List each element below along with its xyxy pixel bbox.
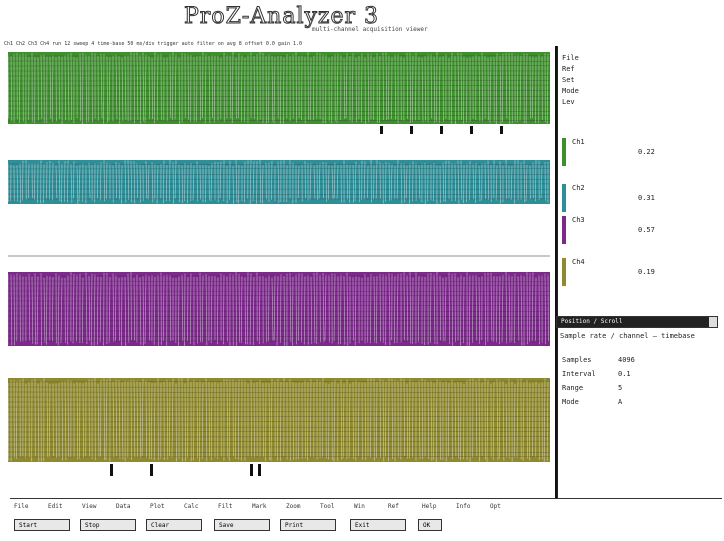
sidebar-header-item[interactable]: Lev bbox=[562, 98, 575, 106]
channel-readout-value: 0.19 bbox=[638, 268, 655, 276]
clear-button[interactable]: Clear bbox=[146, 519, 202, 531]
menu-tab-tool[interactable]: Tool bbox=[320, 503, 334, 510]
menu-tab-info[interactable]: Info bbox=[456, 503, 470, 510]
event-marker bbox=[380, 126, 383, 134]
status-readout-value: 5 bbox=[618, 384, 622, 392]
channel-2-trace[interactable] bbox=[8, 160, 550, 204]
channel-readout-label: Ch4 bbox=[572, 258, 585, 266]
status-label: Sample rate / channel — timebase bbox=[560, 332, 695, 340]
event-marker bbox=[110, 464, 113, 476]
menu-tab-ref[interactable]: Ref bbox=[388, 503, 399, 510]
channel-readout-value: 0.57 bbox=[638, 226, 655, 234]
event-marker bbox=[250, 464, 253, 476]
menu-tab-calc[interactable]: Calc bbox=[184, 503, 198, 510]
scroll-slider[interactable]: Position / Scroll bbox=[556, 316, 718, 328]
event-marker bbox=[440, 126, 443, 134]
stop-button[interactable]: Stop bbox=[80, 519, 136, 531]
event-marker bbox=[500, 126, 503, 134]
channel-3-trace[interactable] bbox=[8, 272, 550, 346]
channel-color-marker bbox=[562, 184, 566, 212]
time-cursor[interactable] bbox=[555, 46, 557, 498]
channel-readout-label: Ch2 bbox=[572, 184, 585, 192]
menu-tab-data[interactable]: Data bbox=[116, 503, 130, 510]
sidebar-header-item[interactable]: Mode bbox=[562, 87, 579, 95]
save-button[interactable]: Save bbox=[214, 519, 270, 531]
ok-button[interactable]: OK bbox=[418, 519, 442, 531]
sidebar-header-item[interactable]: Ref bbox=[562, 65, 575, 73]
menu-tab-win[interactable]: Win bbox=[354, 503, 365, 510]
status-readout-label: Range bbox=[562, 384, 583, 392]
waveform-panel[interactable] bbox=[0, 46, 558, 498]
sidebar-header-item[interactable]: File bbox=[562, 54, 579, 62]
channel-readout-label: Ch3 bbox=[572, 216, 585, 224]
app-subtitle: multi-channel acquisition viewer bbox=[312, 26, 428, 33]
menu-tab-plot[interactable]: Plot bbox=[150, 503, 164, 510]
menu-tab-filt[interactable]: Filt bbox=[218, 503, 232, 510]
channel-readout-label: Ch1 bbox=[572, 138, 585, 146]
event-marker bbox=[150, 464, 153, 476]
start-button[interactable]: Start bbox=[14, 519, 70, 531]
menu-tab-opt[interactable]: Opt bbox=[490, 503, 501, 510]
menu-tab-mark[interactable]: Mark bbox=[252, 503, 266, 510]
status-readout-label: Mode bbox=[562, 398, 579, 406]
status-readout-label: Interval bbox=[562, 370, 596, 378]
sidebar: File Ref Set Mode Lev Ch1 0.22 Ch2 0.31 Ch3 0.57 C… bbox=[558, 46, 724, 498]
exit-button[interactable]: Exit bbox=[350, 519, 406, 531]
channel-color-marker bbox=[562, 216, 566, 244]
channel-1-trace[interactable] bbox=[8, 52, 550, 124]
status-readout-label: Samples bbox=[562, 356, 592, 364]
status-readout-value: 0.1 bbox=[618, 370, 631, 378]
waveform-canvas[interactable] bbox=[0, 46, 556, 498]
status-readout-value: 4096 bbox=[618, 356, 635, 364]
menu-tab-help[interactable]: Help bbox=[422, 503, 436, 510]
channel-color-marker bbox=[562, 138, 566, 166]
channel-readout-value: 0.31 bbox=[638, 194, 655, 202]
menu-tab-zoom[interactable]: Zoom bbox=[286, 503, 300, 510]
event-marker bbox=[410, 126, 413, 134]
menu-tab-edit[interactable]: Edit bbox=[48, 503, 62, 510]
event-marker bbox=[258, 464, 261, 476]
event-marker bbox=[470, 126, 473, 134]
channel-color-marker bbox=[562, 258, 566, 286]
status-readout-value: A bbox=[618, 398, 622, 406]
menu-tab-file[interactable]: File bbox=[14, 503, 28, 510]
bottom-toolbar: File Edit View Data Plot Calc Filt Mark Zoom Tool… bbox=[10, 498, 722, 541]
analyzer-window: ProZ-Analyzer 3 multi-channel acquisitio… bbox=[0, 0, 724, 540]
menu-tab-view[interactable]: View bbox=[82, 503, 96, 510]
channel-readout-value: 0.22 bbox=[638, 148, 655, 156]
scroll-slider-label: Position / Scroll bbox=[561, 318, 622, 325]
print-button[interactable]: Print bbox=[280, 519, 336, 531]
sidebar-header-item[interactable]: Set bbox=[562, 76, 575, 84]
channel-4-trace[interactable] bbox=[8, 378, 550, 462]
